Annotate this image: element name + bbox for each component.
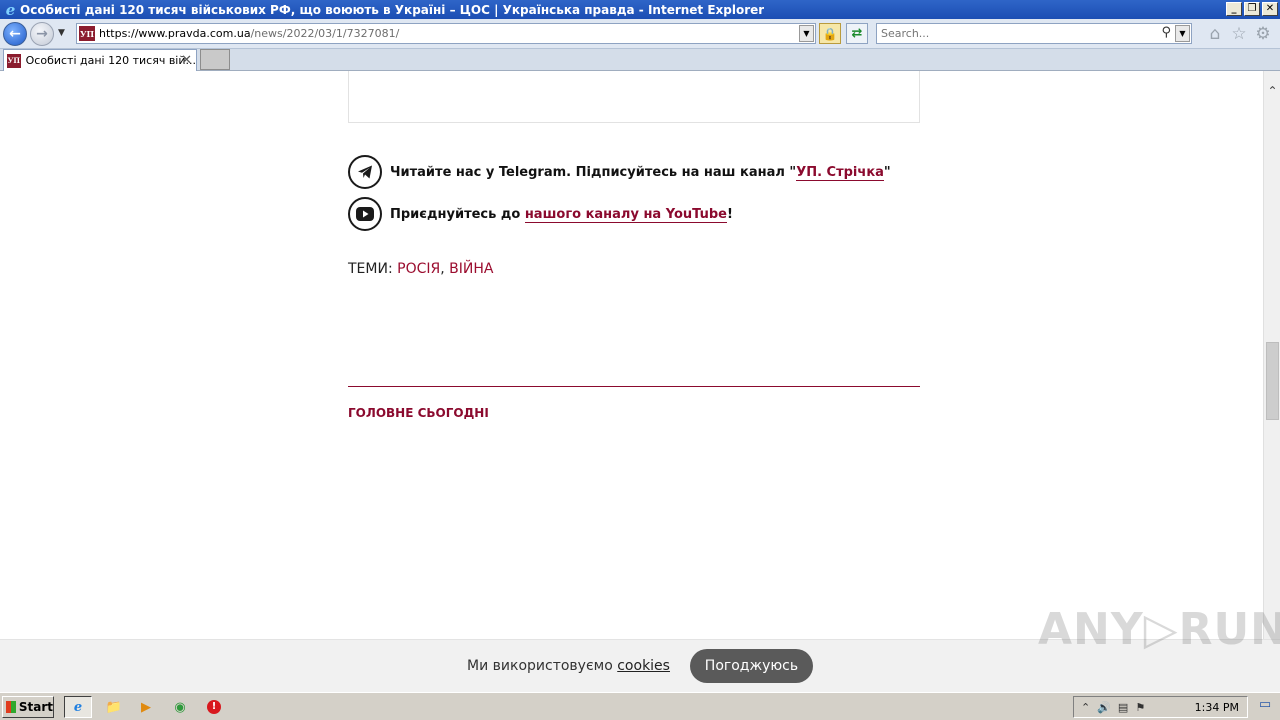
address-url[interactable]: https://www.pravda.com.ua/news/2022/03/1… bbox=[99, 27, 399, 40]
youtube-icon[interactable] bbox=[348, 197, 382, 231]
topics-label: ТЕМИ: bbox=[348, 261, 398, 277]
url-path: /news/2022/03/1/7327081/ bbox=[250, 27, 400, 40]
page-viewport: Читайте нас у Telegram. Підписуйтесь на … bbox=[0, 71, 1263, 639]
close-window-button[interactable]: ✕ bbox=[1262, 2, 1278, 16]
section-divider bbox=[348, 386, 920, 387]
forward-arrow-icon: → bbox=[36, 26, 48, 42]
refresh-button[interactable]: ⇄ bbox=[846, 23, 868, 44]
show-desktop-icon[interactable]: ▭ bbox=[1254, 697, 1276, 717]
site-favicon-icon: УП bbox=[79, 26, 95, 41]
favorites-star-icon[interactable]: ☆ bbox=[1229, 24, 1249, 44]
tab-bar: УП Особисті дані 120 тисяч вій... ✕ bbox=[0, 49, 1280, 71]
vertical-scrollbar[interactable]: ⌃ ⌄ bbox=[1263, 71, 1280, 649]
search-input[interactable] bbox=[881, 27, 1151, 40]
gear-icon[interactable]: ⚙ bbox=[1253, 24, 1273, 44]
new-tab-button[interactable] bbox=[200, 49, 230, 70]
back-button[interactable]: ← bbox=[3, 22, 27, 46]
scrollbar-thumb[interactable] bbox=[1266, 342, 1279, 420]
youtube-channel-link[interactable]: нашого каналу на YouTube bbox=[524, 206, 727, 223]
taskbar-media-player-icon[interactable]: ▶ bbox=[132, 696, 160, 718]
network-icon[interactable]: ▤ bbox=[1118, 701, 1128, 714]
forward-button[interactable]: → bbox=[30, 22, 54, 46]
cookie-text: Ми використовуємо cookies bbox=[467, 658, 670, 674]
start-label: Start bbox=[18, 700, 53, 714]
search-icon[interactable]: ⚲ bbox=[1161, 25, 1171, 40]
address-dropdown-icon[interactable]: ▼ bbox=[799, 25, 814, 42]
tab-active[interactable]: УП Особисті дані 120 тисяч вій... ✕ bbox=[3, 49, 197, 71]
volume-icon[interactable]: 🔊 bbox=[1097, 701, 1111, 714]
telegram-prefix: Читайте нас у Telegram. Підписуйтесь на … bbox=[390, 164, 797, 180]
tab-favicon-icon: УП bbox=[7, 53, 21, 68]
security-lock-icon[interactable]: 🔒 bbox=[819, 23, 841, 44]
topic-link-war[interactable]: ВІЙНА bbox=[449, 261, 493, 277]
telegram-channel-link[interactable]: УП. Стрічка bbox=[796, 164, 884, 181]
taskbar-explorer-icon[interactable]: 📁 bbox=[100, 696, 128, 718]
telegram-icon[interactable] bbox=[348, 155, 382, 189]
topic-link-russia[interactable]: РОСІЯ bbox=[397, 261, 440, 277]
accept-cookies-button[interactable]: Погоджуюсь bbox=[689, 649, 813, 683]
tray-expand-icon[interactable]: ⌃ bbox=[1081, 701, 1090, 714]
url-host: https://www.pravda.com.ua bbox=[99, 27, 251, 40]
minimize-button[interactable]: _ bbox=[1226, 2, 1242, 16]
window-title: Особисті дані 120 тисяч військових РФ, щ… bbox=[20, 2, 765, 17]
window-controls: _ ❐ ✕ bbox=[1226, 2, 1278, 16]
telegram-text: Читайте нас у Telegram. Підписуйтесь на … bbox=[390, 164, 891, 181]
refresh-icon: ⇄ bbox=[851, 26, 863, 41]
address-bar[interactable]: УП https://www.pravda.com.ua/news/2022/0… bbox=[76, 23, 816, 44]
ie-logo-icon: e bbox=[5, 0, 16, 19]
search-box[interactable]: ⚲ ▼ bbox=[876, 23, 1192, 44]
cookie-message: Ми використовуємо bbox=[467, 658, 618, 674]
topics-separator: , bbox=[440, 261, 450, 277]
youtube-text: Приєднуйтесь до нашого каналу на YouTube… bbox=[390, 206, 733, 223]
telegram-suffix: " bbox=[883, 164, 891, 180]
windows-flag-icon bbox=[6, 701, 16, 713]
section-title: ГОЛОВНЕ СЬОГОДНІ bbox=[348, 406, 489, 420]
cookies-link[interactable]: cookies bbox=[617, 658, 670, 674]
anyrun-watermark: ANY▷RUN bbox=[1038, 604, 1280, 655]
taskbar-ie-icon[interactable]: e bbox=[64, 696, 92, 718]
taskbar-alert-icon[interactable]: ! bbox=[200, 696, 228, 718]
start-button[interactable]: Start bbox=[2, 696, 54, 718]
back-arrow-icon: ← bbox=[9, 26, 21, 42]
restore-button[interactable]: ❐ bbox=[1244, 2, 1260, 16]
youtube-prefix: Приєднуйтесь до bbox=[390, 206, 525, 222]
taskbar-chrome-icon[interactable]: ◉ bbox=[166, 696, 194, 718]
search-dropdown-icon[interactable]: ▼ bbox=[1175, 25, 1190, 42]
telegram-promo: Читайте нас у Telegram. Підписуйтесь на … bbox=[348, 155, 891, 189]
youtube-promo: Приєднуйтесь до нашого каналу на YouTube… bbox=[348, 197, 733, 231]
system-tray: ⌃ 🔊 ▤ ⚑ 1:34 PM bbox=[1073, 696, 1248, 718]
home-icon[interactable]: ⌂ bbox=[1205, 24, 1225, 44]
clock[interactable]: 1:34 PM bbox=[1195, 701, 1239, 714]
action-center-flag-icon[interactable]: ⚑ bbox=[1135, 701, 1145, 714]
history-dropdown-icon[interactable]: ▼ bbox=[58, 28, 65, 38]
tab-label: Особисті дані 120 тисяч вій... bbox=[25, 54, 196, 67]
taskbar: Start e 📁 ▶ ◉ ! ⌃ 🔊 ▤ ⚑ 1:34 PM ▭ bbox=[0, 692, 1280, 720]
window-titlebar: e Особисті дані 120 тисяч військових РФ,… bbox=[0, 0, 1280, 19]
navigation-bar: ← → ▼ УП https://www.pravda.com.ua/news/… bbox=[0, 19, 1280, 49]
youtube-suffix: ! bbox=[726, 206, 733, 222]
topics-line: ТЕМИ: РОСІЯ, ВІЙНА bbox=[348, 261, 493, 277]
tab-close-icon[interactable]: ✕ bbox=[181, 53, 192, 68]
scroll-up-icon[interactable]: ⌃ bbox=[1264, 83, 1280, 100]
embedded-content-box bbox=[348, 71, 920, 123]
